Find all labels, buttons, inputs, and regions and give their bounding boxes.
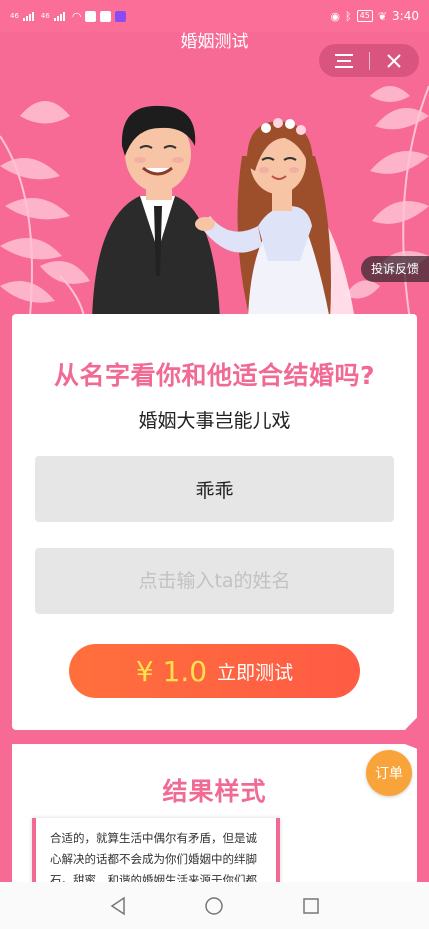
close-icon[interactable] (370, 44, 420, 77)
signal-icon: 46 (40, 12, 50, 20)
card-title: 从名字看你和他适合结婚吗? (53, 361, 375, 390)
status-bar: 46 46 ◠ ◉ ᛒ 45 ❦ 3:40 (0, 0, 429, 32)
groom-figure (92, 105, 220, 320)
bride-figure (195, 118, 355, 320)
price-label: ¥ 1.0 (135, 654, 208, 688)
system-nav-bar (0, 882, 429, 929)
home-icon[interactable] (194, 886, 234, 926)
result-sample-card: 结果样式 合适的，就算生活中偶尔有矛盾，但是诚心解决的话都不会成为你们婚姻中的绊… (12, 744, 417, 904)
clock-time: 3:40 (392, 9, 419, 23)
battery-icon: 45 (356, 10, 373, 22)
test-form-card: 从名字看你和他适合结婚吗? 婚姻大事岂能儿戏 ¥ 1.0 立即测试 (12, 314, 417, 730)
gallery-icon (85, 10, 97, 22)
bluetooth-icon: ᛒ (345, 9, 352, 23)
signal-icon: 46 (10, 12, 19, 20)
video-app-icon (115, 10, 127, 22)
app-icon (100, 10, 112, 22)
complaint-feedback-button[interactable]: 投诉反馈 (361, 256, 429, 282)
order-button[interactable]: 订单 (366, 750, 412, 796)
hero-banner: 投诉反馈 (0, 76, 429, 320)
signal-bars-icon (53, 11, 68, 21)
mini-program-capsule (319, 44, 419, 77)
wifi-icon: ◠ (71, 9, 82, 23)
result-title: 结果样式 (162, 777, 267, 806)
partner-name-input[interactable] (35, 548, 394, 614)
back-icon[interactable] (98, 886, 138, 926)
start-test-label: 立即测试 (217, 661, 294, 684)
menu-icon[interactable] (319, 44, 369, 77)
start-test-button[interactable]: ¥ 1.0 立即测试 (69, 644, 360, 698)
recents-icon[interactable] (291, 886, 331, 926)
card-subtitle: 婚姻大事岂能儿戏 (138, 410, 291, 432)
header: 婚姻测试 (0, 32, 429, 77)
leaf-icon: ❦ (377, 9, 388, 23)
your-name-input[interactable] (35, 456, 394, 522)
signal-bars-icon (22, 11, 37, 21)
wedding-couple-illustration (0, 85, 429, 320)
eye-icon: ◉ (330, 9, 341, 23)
